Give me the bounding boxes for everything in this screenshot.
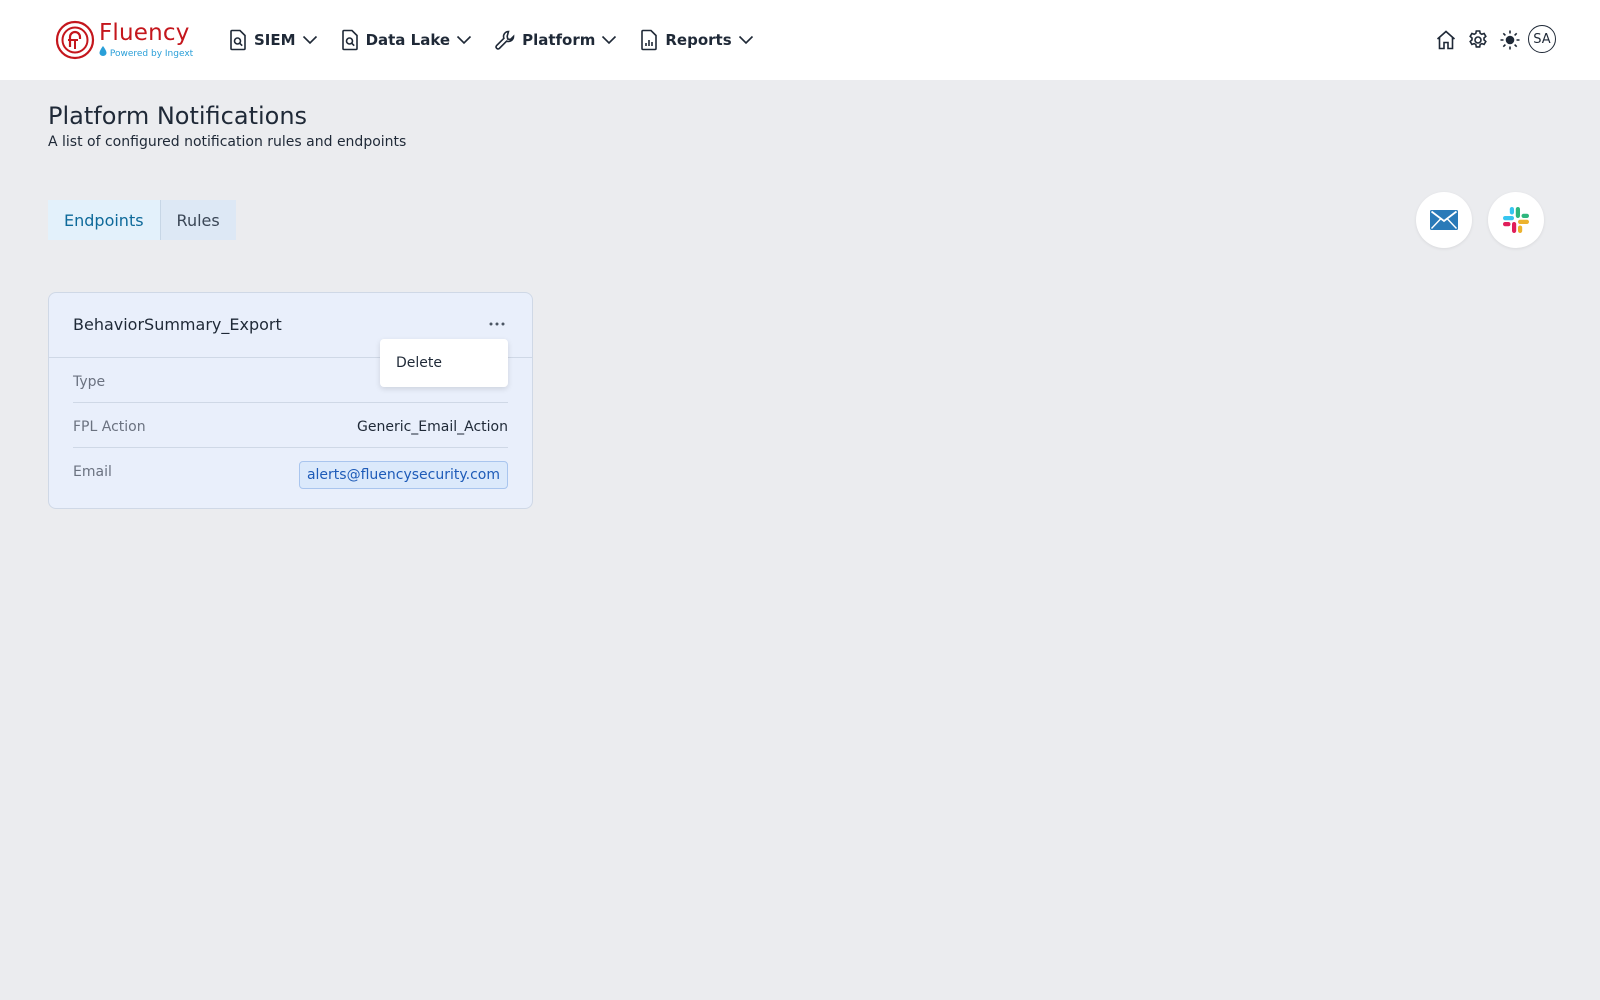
chevron-down-icon xyxy=(302,35,317,45)
tab-bar: Endpoints Rules xyxy=(48,200,236,240)
fluency-logo[interactable]: Fluency Powered by Ingext xyxy=(55,18,195,62)
nav-reports[interactable]: Reports xyxy=(639,29,753,51)
brand-tagline: Powered by Ingext xyxy=(99,45,193,60)
nav-platform-label: Platform xyxy=(522,31,596,49)
add-email-endpoint-button[interactable] xyxy=(1416,192,1472,248)
endpoint-card: BehaviorSummary_Export Type Email FPL Ac… xyxy=(48,292,533,509)
chevron-down-icon xyxy=(457,35,472,45)
page-title: Platform Notifications xyxy=(48,102,308,130)
chevron-down-icon xyxy=(602,35,617,45)
home-button[interactable] xyxy=(1430,24,1462,56)
wrench-icon xyxy=(495,30,515,50)
file-chart-icon xyxy=(641,29,658,51)
brand-name: Fluency xyxy=(99,19,190,46)
detail-row-email: Email alerts@fluencysecurity.com xyxy=(73,448,508,508)
gear-icon xyxy=(1469,30,1487,48)
detail-key: Type xyxy=(73,374,106,390)
email-address-chip: alerts@fluencysecurity.com xyxy=(298,461,508,489)
droplet-icon xyxy=(99,45,107,56)
add-slack-endpoint-button[interactable] xyxy=(1488,192,1544,248)
home-icon xyxy=(1436,30,1456,50)
more-horizontal-icon xyxy=(489,322,505,326)
nav-siem-label: SIEM xyxy=(254,31,296,49)
nav-platform[interactable]: Platform xyxy=(494,29,617,51)
slack-icon xyxy=(1503,207,1529,233)
email-icon xyxy=(1430,210,1458,230)
file-search-icon xyxy=(341,29,358,51)
detail-key: Email xyxy=(73,464,112,480)
tab-endpoints[interactable]: Endpoints xyxy=(48,200,160,240)
toolbar-icons: SA xyxy=(1430,24,1556,56)
endpoint-options-button[interactable] xyxy=(486,313,508,335)
detail-value: Generic_Email_Action xyxy=(357,419,508,435)
nav-data-lake[interactable]: Data Lake xyxy=(340,29,473,51)
user-avatar[interactable]: SA xyxy=(1528,25,1556,53)
chevron-down-icon xyxy=(738,35,753,45)
endpoint-options-menu: Delete xyxy=(380,339,508,387)
settings-button[interactable] xyxy=(1462,24,1494,56)
nav-reports-label: Reports xyxy=(665,31,732,49)
file-search-icon xyxy=(230,29,246,51)
nav-data-lake-label: Data Lake xyxy=(365,31,451,49)
nav-siem[interactable]: SIEM xyxy=(228,29,318,51)
tab-rules[interactable]: Rules xyxy=(159,200,236,240)
page-subtitle: A list of configured notification rules … xyxy=(48,134,407,150)
detail-row-fpl-action: FPL Action Generic_Email_Action xyxy=(73,403,508,448)
theme-toggle-button[interactable] xyxy=(1494,24,1526,56)
menu-item-delete[interactable]: Delete xyxy=(396,355,442,371)
detail-key: FPL Action xyxy=(73,419,146,435)
main-nav: SIEM Data Lake Platform Reports xyxy=(228,26,754,54)
top-navbar: Fluency Powered by Ingext SIEM Data Lake xyxy=(0,0,1600,80)
sun-icon xyxy=(1500,30,1520,50)
endpoint-title: BehaviorSummary_Export xyxy=(73,315,282,334)
fluency-logo-icon xyxy=(55,20,95,60)
